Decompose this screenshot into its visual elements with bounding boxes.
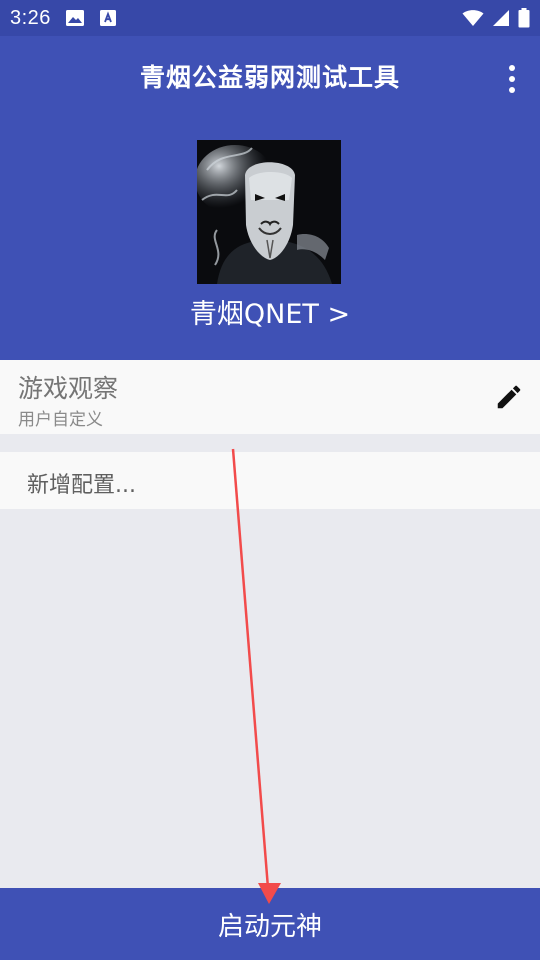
- status-bar: 3:26: [0, 0, 540, 36]
- start-button[interactable]: 启动元神: [0, 888, 540, 960]
- start-button-label: 启动元神: [217, 911, 322, 942]
- avatar[interactable]: [197, 140, 341, 284]
- profile-name-link[interactable]: 青烟QNET >: [0, 292, 540, 331]
- font-download-icon: [99, 9, 117, 27]
- pencil-icon: [497, 385, 521, 409]
- battery-icon: [518, 8, 530, 28]
- game-config-subtitle: 用户自定义: [18, 410, 103, 430]
- add-config-label: 新增配置...: [27, 473, 136, 498]
- more-vert-icon: [509, 65, 515, 71]
- status-time: 3:26: [10, 6, 51, 29]
- game-config-title: 游戏观察: [18, 374, 119, 403]
- overflow-menu-button[interactable]: [502, 62, 522, 96]
- app-title: 青烟公益弱网测试工具: [139, 63, 400, 92]
- masked-figure-icon: [197, 140, 341, 284]
- image-icon: [65, 9, 85, 27]
- wifi-icon: [462, 9, 484, 27]
- status-right: [462, 8, 530, 28]
- app-header: 青烟公益弱网测试工具 青烟QNET >: [0, 36, 540, 360]
- status-left: 3:26: [10, 7, 117, 30]
- more-vert-dot: [509, 76, 515, 82]
- add-config-button[interactable]: 新增配置...: [0, 452, 540, 509]
- signal-icon: [492, 9, 510, 27]
- more-vert-dot: [509, 87, 515, 93]
- edit-button[interactable]: [492, 380, 526, 414]
- game-config-card[interactable]: 游戏观察 用户自定义: [0, 360, 540, 434]
- app-screen: 3:26 青烟公益弱网测试工具 青烟QNET > 游戏观察 用户自定义 新增配置…: [0, 0, 540, 960]
